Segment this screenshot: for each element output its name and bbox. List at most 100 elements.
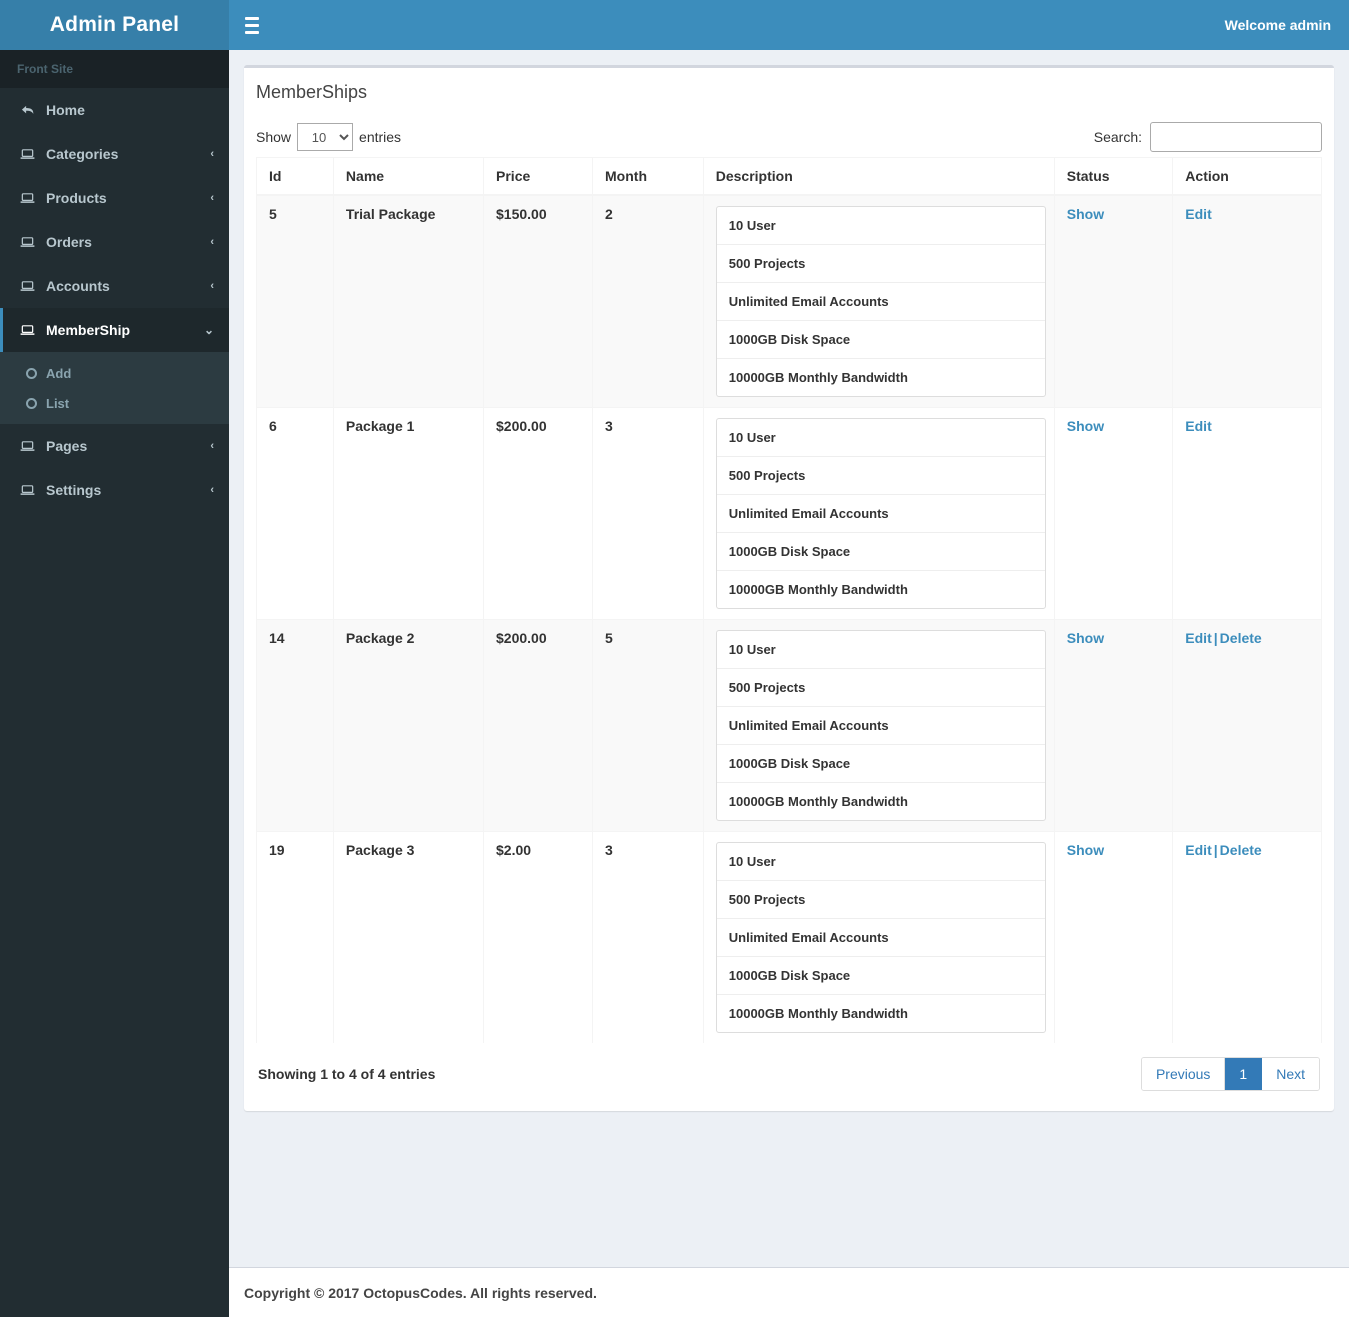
sidebar-subitem-label: List xyxy=(46,395,70,411)
cell-action: Edit | Delete xyxy=(1172,619,1322,832)
sidebar-item-label: Settings xyxy=(46,482,102,498)
entries-length-control: Show 102550100 entries xyxy=(256,123,401,151)
cell-price: $150.00 xyxy=(483,194,594,408)
chevron-left-icon: ‹ xyxy=(210,279,214,292)
cell-price: $2.00 xyxy=(483,831,594,1043)
sidebar-item-settings[interactable]: Settings ‹ xyxy=(0,468,229,512)
feature-list-item: 10 User xyxy=(716,843,1045,881)
search-input[interactable] xyxy=(1150,122,1322,152)
table-row: 6 Package 1 $200.00 3 10 User 500 Projects Unl… xyxy=(256,407,1322,620)
sidebar-item-label: Orders xyxy=(46,234,92,250)
back-arrow-icon xyxy=(20,103,42,118)
sidebar-subitem-list[interactable]: List xyxy=(0,388,229,418)
sidebar-item-accounts[interactable]: Accounts ‹ xyxy=(0,264,229,308)
feature-list-item: Unlimited Email Accounts xyxy=(716,707,1045,745)
feature-list-item: 500 Projects xyxy=(716,881,1045,919)
column-header-description[interactable]: Description xyxy=(703,157,1055,196)
column-header-month[interactable]: Month xyxy=(592,157,704,196)
cell-name: Trial Package xyxy=(333,194,485,408)
hamburger-bar xyxy=(245,16,259,20)
feature-list-item: 10 User xyxy=(716,631,1045,669)
column-header-name[interactable]: Name xyxy=(333,157,485,196)
sidebar-item-pages[interactable]: Pages ‹ xyxy=(0,424,229,468)
cell-status: Show xyxy=(1054,407,1174,620)
cell-month: 3 xyxy=(592,831,704,1043)
column-header-status[interactable]: Status xyxy=(1054,157,1174,196)
circle-icon xyxy=(26,397,46,409)
feature-list-item: 500 Projects xyxy=(716,245,1045,283)
cell-description: 10 User 500 Projects Unlimited Email Accou… xyxy=(703,619,1055,832)
laptop-glyph xyxy=(20,236,35,247)
cell-month: 2 xyxy=(592,194,704,408)
feature-list-item: 10 User xyxy=(716,207,1045,245)
table-row: 19 Package 3 $2.00 3 10 User 500 Projects Unli… xyxy=(256,831,1322,1043)
chevron-left-icon: ‹ xyxy=(210,235,214,248)
laptop-icon xyxy=(20,147,42,162)
page-title: MemberShips xyxy=(256,82,368,102)
table-header-row: Id Name Price Month Description Status Action xyxy=(256,157,1322,196)
sidebar-item-membership[interactable]: MemberShip ⌄ xyxy=(0,308,229,352)
feature-list: 10 User 500 Projects Unlimited Email Accou… xyxy=(715,842,1046,1033)
cell-month: 3 xyxy=(592,407,704,620)
pagination-next[interactable]: Next xyxy=(1262,1058,1319,1090)
cell-description: 10 User 500 Projects Unlimited Email Accou… xyxy=(703,194,1055,408)
cell-id: 14 xyxy=(256,619,334,832)
delete-link[interactable]: Delete xyxy=(1220,842,1262,858)
status-show-link[interactable]: Show xyxy=(1067,206,1104,222)
column-header-price[interactable]: Price xyxy=(483,157,594,196)
laptop-glyph xyxy=(20,148,35,159)
feature-list-item: 500 Projects xyxy=(716,457,1045,495)
sidebar-item-products[interactable]: Products ‹ xyxy=(0,176,229,220)
sidebar-subitem-add[interactable]: Add xyxy=(0,358,229,388)
datatable-controls: Show 102550100 entries Search: xyxy=(256,117,1322,157)
sidebar-item-orders[interactable]: Orders ‹ xyxy=(0,220,229,264)
cell-month: 5 xyxy=(592,619,704,832)
cell-description: 10 User 500 Projects Unlimited Email Accou… xyxy=(703,407,1055,620)
memberships-table: Id Name Price Month Description Status Action … xyxy=(256,157,1322,1043)
cell-status: Show xyxy=(1054,194,1174,408)
cell-id: 6 xyxy=(256,407,334,620)
column-header-id[interactable]: Id xyxy=(256,157,334,196)
cell-id: 19 xyxy=(256,831,334,1043)
status-show-link[interactable]: Show xyxy=(1067,418,1104,434)
edit-link[interactable]: Edit xyxy=(1185,842,1211,858)
welcome-user-label[interactable]: Welcome admin xyxy=(1225,17,1331,33)
table-row: 5 Trial Package $150.00 2 10 User 500 Project… xyxy=(256,194,1322,408)
feature-list-item: 500 Projects xyxy=(716,669,1045,707)
chevron-left-icon: ‹ xyxy=(210,147,214,160)
feature-list-item: 1000GB Disk Space xyxy=(716,745,1045,783)
laptop-icon xyxy=(20,323,42,338)
feature-list-item: Unlimited Email Accounts xyxy=(716,495,1045,533)
feature-list-item: 10000GB Monthly Bandwidth xyxy=(728,370,908,385)
sidebar-item-label: Pages xyxy=(46,438,88,454)
copyright-text: Copyright © 2017 OctopusCodes. All right… xyxy=(244,1284,597,1301)
feature-list: 10 User 500 Projects Unlimited Email Accou… xyxy=(715,630,1046,821)
edit-link[interactable]: Edit xyxy=(1185,206,1211,222)
edit-link[interactable]: Edit xyxy=(1185,630,1211,646)
pagination-page-1[interactable]: 1 xyxy=(1225,1058,1263,1090)
box-body: Show 102550100 entries Search: IdNamePri… xyxy=(244,109,1334,1111)
status-show-link[interactable]: Show xyxy=(1067,842,1104,858)
brand-logo[interactable]: Admin Panel xyxy=(0,0,229,50)
hamburger-bar xyxy=(245,30,259,34)
column-header-action[interactable]: Action xyxy=(1172,157,1322,196)
memberships-box: MemberShips Show 102550100 entries Searc… xyxy=(244,65,1334,1111)
delete-link[interactable]: Delete xyxy=(1220,630,1262,646)
edit-link[interactable]: Edit xyxy=(1185,418,1211,434)
pagination-previous[interactable]: Previous xyxy=(1141,1058,1226,1090)
status-show-link[interactable]: Show xyxy=(1067,630,1104,646)
feature-list-item: 10000GB Monthly Bandwidth xyxy=(728,582,908,597)
laptop-icon xyxy=(20,483,42,498)
cell-name: Package 1 xyxy=(333,407,485,620)
table-row: 14 Package 2 $200.00 5 10 User 500 Projects Un… xyxy=(256,619,1322,832)
brand-label: Admin Panel xyxy=(49,13,180,36)
feature-list-item: 1000GB Disk Space xyxy=(716,321,1045,359)
cell-name: Package 3 xyxy=(333,831,485,1043)
search-control: Search: xyxy=(1094,122,1322,152)
page-footer: Copyright © 2017 OctopusCodes. All right… xyxy=(229,1267,1349,1317)
sidebar-item-categories[interactable]: Categories ‹ xyxy=(0,132,229,176)
entries-per-page-select[interactable]: 102550100 xyxy=(297,123,354,151)
menu-toggle-icon[interactable] xyxy=(241,12,263,38)
pagination: Previous 1 Next xyxy=(1140,1057,1320,1091)
sidebar-item-home[interactable]: Home xyxy=(0,88,229,132)
